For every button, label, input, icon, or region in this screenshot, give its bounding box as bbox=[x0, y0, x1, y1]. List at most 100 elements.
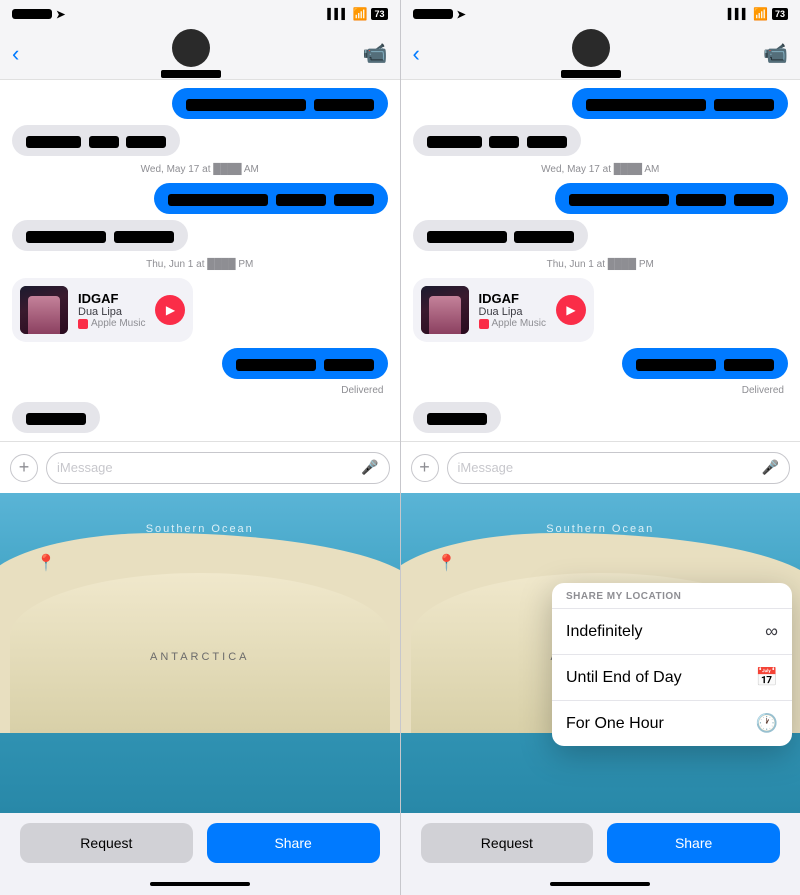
signal-icon: ▌▌▌ bbox=[327, 9, 348, 20]
music-title-left: IDGAF bbox=[78, 291, 145, 306]
input-bar-left: + iMessage 🎤 bbox=[0, 441, 400, 493]
music-thumb-img-right bbox=[421, 286, 469, 334]
nav-center-right bbox=[561, 29, 621, 78]
msg-text-redact bbox=[734, 194, 774, 206]
ocean-label-right: Southern Ocean bbox=[546, 523, 654, 535]
antarctica-label-left: ANTARCTICA bbox=[150, 651, 249, 663]
share-one-hour-item[interactable]: For One Hour 🕐 bbox=[552, 701, 792, 746]
msg-text-redact bbox=[636, 359, 716, 371]
share-one-hour-icon: 🕐 bbox=[756, 713, 778, 734]
imessage-placeholder-right: iMessage bbox=[458, 460, 514, 475]
msg-text-redact bbox=[427, 136, 482, 148]
map-area-right: Southern Ocean ANTARCTICA 📍 SHARE MY LOC… bbox=[401, 493, 800, 895]
left-screen: ➤ ▌▌▌ 📶 73 ‹ 📹 bbox=[0, 0, 400, 895]
nav-center-left bbox=[161, 29, 221, 78]
music-card-right[interactable]: IDGAF Dua Lipa Apple Music ▶ bbox=[413, 278, 594, 342]
msg-text-redact bbox=[89, 136, 119, 148]
msg-text-redact bbox=[676, 194, 726, 206]
wifi-icon: 📶 bbox=[353, 7, 368, 21]
back-button-left[interactable]: ‹ bbox=[12, 41, 19, 67]
msg-recv-3-right bbox=[413, 402, 789, 433]
attach-button-right[interactable]: + bbox=[411, 454, 439, 482]
mic-icon-right: 🎤 bbox=[762, 459, 779, 476]
carrier-redact-right bbox=[413, 9, 453, 19]
ocean-label-left: Southern Ocean bbox=[146, 523, 254, 535]
bubble-sent-1-right bbox=[572, 88, 788, 119]
msg-text-redact bbox=[334, 194, 374, 206]
timestamp-text-1-right: Wed, May 17 at ████ AM bbox=[541, 164, 659, 175]
music-artist-right: Dua Lipa bbox=[479, 306, 546, 318]
share-button-right[interactable]: Share bbox=[607, 823, 780, 863]
status-left-right: ➤ bbox=[413, 8, 466, 21]
map-pin-left: 📍 bbox=[36, 553, 56, 573]
nav-bar-right: ‹ 📹 bbox=[401, 28, 800, 80]
location-icon: ➤ bbox=[56, 8, 65, 21]
attach-button-left[interactable]: + bbox=[10, 454, 38, 482]
location-icon-right: ➤ bbox=[457, 8, 466, 21]
share-end-of-day-item[interactable]: Until End of Day 📅 bbox=[552, 655, 792, 701]
msg-text-redact bbox=[236, 359, 316, 371]
share-end-of-day-label: Until End of Day bbox=[566, 669, 682, 687]
apple-music-icon-left bbox=[78, 319, 88, 329]
share-location-popup: SHARE MY LOCATION Indefinitely ∞ Until E… bbox=[552, 583, 792, 746]
msg-recv-3-left bbox=[12, 402, 388, 433]
music-info-left: IDGAF Dua Lipa Apple Music bbox=[78, 291, 145, 329]
music-card-left[interactable]: IDGAF Dua Lipa Apple Music ▶ bbox=[12, 278, 193, 342]
music-thumbnail-left bbox=[20, 286, 68, 334]
music-thumbnail-right bbox=[421, 286, 469, 334]
msg-sent-3-right bbox=[413, 348, 789, 379]
share-button-left[interactable]: Share bbox=[207, 823, 380, 863]
share-indefinitely-item[interactable]: Indefinitely ∞ bbox=[552, 609, 792, 655]
map-pin-right: 📍 bbox=[437, 553, 457, 573]
message-input-left[interactable]: iMessage 🎤 bbox=[46, 452, 390, 484]
status-bar-left: ➤ ▌▌▌ 📶 73 bbox=[0, 0, 400, 28]
bubble-sent-3-left bbox=[222, 348, 388, 379]
msg-sent-2-right bbox=[413, 183, 789, 214]
signal-icon-right: ▌▌▌ bbox=[728, 9, 749, 20]
video-call-button-left[interactable]: 📹 bbox=[363, 41, 388, 66]
contact-name-redact-right bbox=[561, 70, 621, 78]
map-bottom-left: Request Share bbox=[0, 813, 400, 873]
map-view-right: Southern Ocean ANTARCTICA 📍 SHARE MY LOC… bbox=[401, 493, 800, 813]
msg-text-redact bbox=[569, 194, 669, 206]
nav-bar-left: ‹ 📹 bbox=[0, 28, 400, 80]
share-indefinitely-label: Indefinitely bbox=[566, 623, 643, 641]
request-button-right[interactable]: Request bbox=[421, 823, 594, 863]
video-call-button-right[interactable]: 📹 bbox=[763, 41, 788, 66]
input-bar-right: + iMessage 🎤 bbox=[401, 441, 800, 493]
bubble-recv-2-left bbox=[12, 220, 188, 251]
msg-recv-1-left bbox=[12, 125, 388, 156]
msg-text-redact bbox=[114, 231, 174, 243]
bubble-sent-2-left bbox=[154, 183, 387, 214]
music-artist-left: Dua Lipa bbox=[78, 306, 145, 318]
msg-sent-1-left bbox=[12, 88, 388, 119]
msg-text-redact bbox=[324, 359, 374, 371]
music-play-button-left[interactable]: ▶ bbox=[155, 295, 185, 325]
music-info-right: IDGAF Dua Lipa Apple Music bbox=[479, 291, 546, 329]
msg-text-redact bbox=[26, 413, 86, 425]
status-right-right: ▌▌▌ 📶 73 bbox=[728, 7, 788, 21]
msg-text-redact bbox=[724, 359, 774, 371]
bubble-recv-3-left bbox=[12, 402, 100, 433]
bubble-recv-3-right bbox=[413, 402, 501, 433]
bubble-sent-3-right bbox=[622, 348, 788, 379]
request-button-left[interactable]: Request bbox=[20, 823, 193, 863]
contact-avatar-right bbox=[572, 29, 610, 67]
timestamp-1-right: Wed, May 17 at ████ AM bbox=[413, 164, 789, 175]
delivered-text-right: Delivered bbox=[413, 385, 785, 396]
bubble-recv-2-right bbox=[413, 220, 589, 251]
bubble-sent-2-right bbox=[555, 183, 788, 214]
music-play-button-right[interactable]: ▶ bbox=[556, 295, 586, 325]
msg-text-redact bbox=[26, 136, 81, 148]
music-source-right: Apple Music bbox=[479, 318, 546, 329]
home-bar-right bbox=[550, 882, 650, 886]
share-end-of-day-icon: 📅 bbox=[756, 667, 778, 688]
back-button-right[interactable]: ‹ bbox=[413, 41, 420, 67]
message-input-right[interactable]: iMessage 🎤 bbox=[447, 452, 791, 484]
msg-text-redact bbox=[714, 99, 774, 111]
timestamp-text-1-left: Wed, May 17 at ████ AM bbox=[141, 164, 259, 175]
status-left: ➤ bbox=[12, 8, 65, 21]
msg-text-redact bbox=[186, 99, 306, 111]
battery-indicator-left: 73 bbox=[371, 8, 387, 20]
msg-text-redact bbox=[314, 99, 374, 111]
